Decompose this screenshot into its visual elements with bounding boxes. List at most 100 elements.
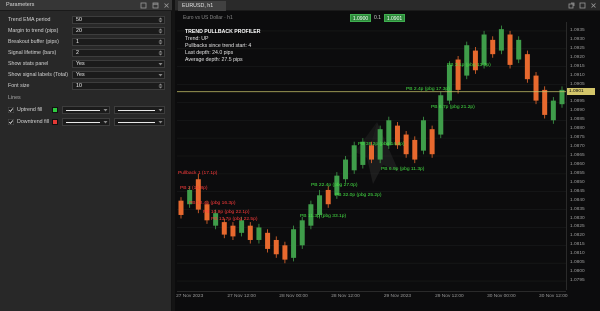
uptrend-thickness-select[interactable] (62, 105, 110, 114)
stats-last-depth: Last depth: 24.0 pips (185, 50, 234, 56)
line-label: Uptrend fill (17, 106, 43, 113)
candle-body (317, 195, 323, 215)
candle-down (230, 222, 236, 240)
y-tick-label: 1.0805 (570, 260, 585, 266)
downtrend-color-swatch[interactable] (52, 118, 58, 125)
time-axis[interactable]: 27 Nov 2023 27 Nov 12:00 28 Nov 00:00 28 No… (176, 291, 568, 301)
detach-icon[interactable] (568, 2, 575, 9)
candle-down (247, 222, 253, 244)
maximize-icon[interactable] (152, 2, 159, 9)
margin-to-trend-input[interactable]: 20 (72, 26, 165, 35)
downtrend-checkbox[interactable] (8, 118, 14, 125)
y-tick-label: 1.0855 (570, 170, 585, 176)
y-tick-label: 1.0885 (570, 117, 585, 123)
candle-body (464, 45, 470, 76)
candle-up (559, 86, 565, 108)
candle-down (542, 86, 548, 119)
stepper-icon[interactable] (158, 17, 163, 23)
param-value: 50 (76, 17, 82, 24)
signal-label: PB 10.9p (pbg 22.1p) (203, 210, 250, 215)
param-label: Show signal labels (Total) (8, 71, 69, 78)
uptrend-checkbox[interactable] (8, 106, 14, 113)
chevron-down-icon (103, 107, 108, 113)
candle-up (299, 216, 305, 249)
uptrend-style-select[interactable] (114, 105, 165, 114)
stepper-icon[interactable] (158, 50, 163, 56)
y-tick-label: 1.0865 (570, 153, 585, 158)
candle-up (351, 141, 357, 174)
candle-body (550, 100, 556, 121)
y-tick-label: 1.0870 (570, 144, 585, 150)
param-value: Yes (76, 72, 85, 79)
downtrend-style-select[interactable] (114, 117, 165, 126)
signal-lifetime-input[interactable]: 2 (72, 48, 165, 57)
candle-down (325, 186, 331, 208)
close-icon[interactable] (590, 2, 597, 9)
downtrend-thickness-select[interactable] (62, 117, 110, 126)
show-signal-labels-select[interactable]: Yes (72, 70, 165, 79)
candle-down (429, 125, 435, 158)
chart-window: EURUSD, h1 Euro vs US Dollar · h1 1.0900… (175, 0, 600, 311)
signal-label: PB 2.4p (pbg 17.3p) (406, 87, 450, 92)
candle-body (533, 75, 539, 101)
candle-body (247, 225, 253, 240)
param-row-show-signal-labels: Show signal labels (Total) Yes (0, 69, 172, 80)
y-tick-label: 1.0800 (570, 269, 585, 275)
y-tick-label: 1.0850 (570, 179, 585, 185)
signal-label: Pullback 1 (17.1p) (178, 171, 218, 176)
param-label: Margin to trend (pips) (8, 27, 59, 34)
param-row-signal-lifetime: Signal lifetime (bars) 2 (0, 47, 172, 58)
candle-up (498, 25, 504, 55)
chevron-down-icon[interactable] (158, 61, 163, 67)
param-value: 20 (76, 28, 82, 35)
candle-body (438, 95, 444, 135)
param-row-show-stats-panel: Show stats panel Yes (0, 58, 172, 69)
candle-body (351, 145, 357, 171)
chevron-down-icon[interactable] (158, 72, 163, 78)
stepper-icon[interactable] (158, 28, 163, 34)
signal-label: PB 3.1p (pbg 13.3p) (447, 63, 491, 68)
buy-button[interactable]: 1.0901 (384, 14, 405, 22)
chevron-down-icon (103, 119, 108, 125)
stepper-icon[interactable] (158, 83, 163, 89)
font-size-input[interactable]: 10 (72, 81, 165, 90)
candle-body (256, 227, 262, 240)
chart-titlebar: EURUSD, h1 (175, 0, 600, 11)
uptrend-color-swatch[interactable] (52, 106, 58, 113)
param-label: Font size (8, 82, 30, 89)
y-tick-label: 1.0835 (570, 206, 585, 212)
param-label: Signal lifetime (bars) (8, 49, 57, 56)
panel-titlebar: Parameters (0, 0, 172, 11)
spread-value: 0.1 (374, 15, 381, 21)
trend-ema-period-input[interactable]: 50 (72, 15, 165, 24)
line-preview (66, 109, 100, 111)
stepper-icon[interactable] (158, 39, 163, 45)
chevron-down-icon (158, 119, 163, 125)
stats-average-depth: Average depth: 27.5 pips (185, 57, 243, 63)
candle-body (230, 225, 236, 237)
y-tick-label: 1.0845 (570, 188, 585, 194)
line-label: Downtrend fill (17, 118, 50, 125)
y-tick-label: 1.0840 (570, 197, 585, 203)
y-tick-label: 1.0935 (570, 27, 585, 33)
line-preview (66, 121, 100, 123)
stats-trend: Trend: UP (185, 36, 209, 42)
y-tick-label: 1.0905 (570, 81, 585, 87)
candle-body (507, 34, 513, 65)
param-label: Show stats panel (8, 60, 49, 67)
sell-button[interactable]: 1.0900 (350, 14, 371, 22)
show-stats-panel-select[interactable]: Yes (72, 59, 165, 68)
breakout-buffer-input[interactable]: 1 (72, 37, 165, 46)
candle-down (273, 236, 279, 258)
candle-body (239, 220, 245, 233)
price-axis[interactable]: 1.0935 1.0930 1.0925 1.0920 1.0915 1.0910 1.09… (566, 22, 600, 290)
candle-up (291, 225, 297, 262)
pin-icon[interactable] (140, 2, 147, 9)
symbol-header: Euro vs US Dollar · h1 (183, 15, 233, 21)
line-row-uptrend: Uptrend fill (0, 104, 172, 115)
candle-body (446, 64, 452, 101)
close-icon[interactable] (163, 2, 170, 9)
maximize-icon[interactable] (579, 2, 586, 9)
tab-chart[interactable]: EURUSD, h1 (178, 1, 226, 11)
y-tick-label: 1.0875 (570, 135, 585, 141)
